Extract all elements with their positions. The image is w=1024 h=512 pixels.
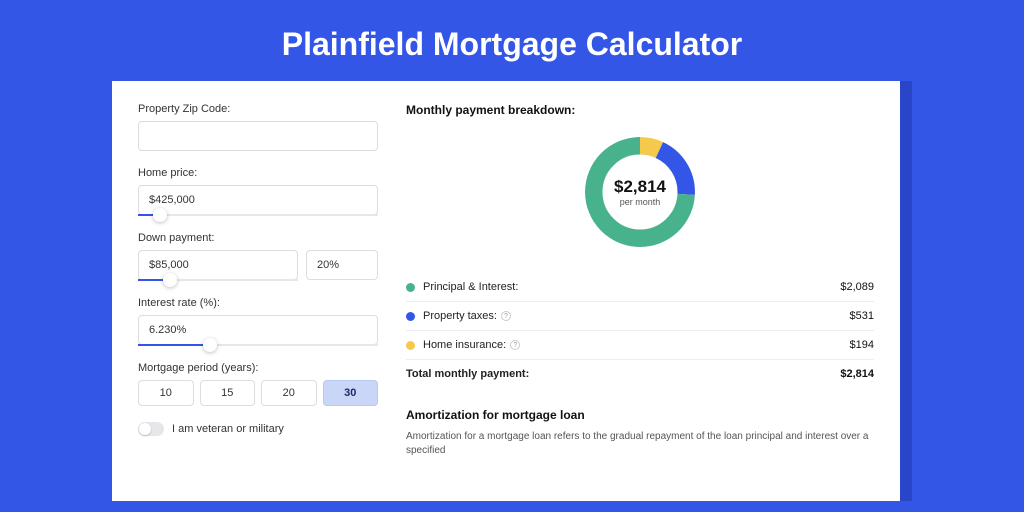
- legend-row-total: Total monthly payment: $2,814: [406, 359, 874, 388]
- interest-label: Interest rate (%):: [138, 297, 378, 309]
- legend-row-insurance: Home insurance: ? $194: [406, 330, 874, 359]
- down-payment-label: Down payment:: [138, 232, 378, 244]
- legend-label-principal: Principal & Interest:: [423, 281, 840, 293]
- interest-input[interactable]: [138, 315, 378, 345]
- home-price-slider-thumb[interactable]: [153, 208, 167, 222]
- legend-label-insurance: Home insurance: ?: [423, 339, 850, 351]
- period-options: 10 15 20 30: [138, 380, 378, 406]
- home-price-label: Home price:: [138, 167, 378, 179]
- legend-value-total: $2,814: [840, 368, 874, 380]
- donut-chart: $2,814 per month: [579, 131, 701, 253]
- page-title: Plainfield Mortgage Calculator: [0, 0, 1024, 81]
- period-label: Mortgage period (years):: [138, 362, 378, 374]
- interest-slider-thumb[interactable]: [203, 338, 217, 352]
- down-payment-slider[interactable]: [138, 279, 298, 281]
- home-price-input[interactable]: [138, 185, 378, 215]
- down-payment-amount-input[interactable]: [138, 250, 298, 280]
- info-icon[interactable]: ?: [501, 311, 511, 321]
- legend: Principal & Interest: $2,089 Property ta…: [406, 273, 874, 388]
- period-option-30[interactable]: 30: [323, 380, 379, 406]
- period-block: Mortgage period (years): 10 15 20 30: [138, 362, 378, 406]
- legend-value-principal: $2,089: [840, 281, 874, 293]
- zip-block: Property Zip Code:: [138, 103, 378, 151]
- zip-label: Property Zip Code:: [138, 103, 378, 115]
- breakdown-column: Monthly payment breakdown: $2,814 per mo…: [406, 103, 874, 501]
- legend-label-total: Total monthly payment:: [406, 368, 840, 380]
- zip-input[interactable]: [138, 121, 378, 151]
- period-option-20[interactable]: 20: [261, 380, 317, 406]
- donut-center-sub: per month: [620, 197, 661, 207]
- home-price-slider[interactable]: [138, 214, 378, 216]
- legend-dot-principal: [406, 283, 415, 292]
- interest-block: Interest rate (%):: [138, 297, 378, 346]
- calculator-card: Property Zip Code: Home price: Down paym…: [112, 81, 900, 501]
- down-payment-pct-input[interactable]: [306, 250, 378, 280]
- down-payment-block: Down payment:: [138, 232, 378, 281]
- amortization-title: Amortization for mortgage loan: [406, 408, 874, 422]
- breakdown-title: Monthly payment breakdown:: [406, 103, 874, 117]
- card-shadow: Property Zip Code: Home price: Down paym…: [112, 81, 912, 501]
- veteran-row: I am veteran or military: [138, 422, 378, 436]
- interest-slider[interactable]: [138, 344, 378, 346]
- veteran-toggle[interactable]: [138, 422, 164, 436]
- legend-label-taxes: Property taxes: ?: [423, 310, 850, 322]
- donut-center-amount: $2,814: [614, 177, 666, 197]
- form-column: Property Zip Code: Home price: Down paym…: [138, 103, 378, 501]
- down-payment-slider-thumb[interactable]: [163, 273, 177, 287]
- period-option-15[interactable]: 15: [200, 380, 256, 406]
- period-option-10[interactable]: 10: [138, 380, 194, 406]
- legend-dot-taxes: [406, 312, 415, 321]
- legend-label-insurance-text: Home insurance:: [423, 339, 506, 351]
- legend-row-principal: Principal & Interest: $2,089: [406, 273, 874, 301]
- info-icon[interactable]: ?: [510, 340, 520, 350]
- legend-value-taxes: $531: [850, 310, 874, 322]
- legend-row-taxes: Property taxes: ? $531: [406, 301, 874, 330]
- legend-value-insurance: $194: [850, 339, 874, 351]
- home-price-block: Home price:: [138, 167, 378, 216]
- donut-wrap: $2,814 per month: [406, 131, 874, 253]
- legend-dot-insurance: [406, 341, 415, 350]
- veteran-label: I am veteran or military: [172, 423, 284, 435]
- legend-label-taxes-text: Property taxes:: [423, 310, 497, 322]
- amortization-text: Amortization for a mortgage loan refers …: [406, 430, 874, 458]
